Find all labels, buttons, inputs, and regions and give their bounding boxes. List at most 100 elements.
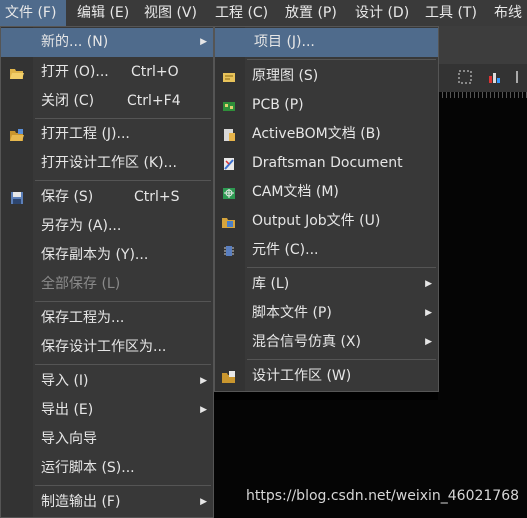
- toolbar: [438, 64, 527, 93]
- submenu-arrow-icon: ▶: [200, 376, 207, 386]
- menu-item-save-project-as[interactable]: 保存工程为...: [1, 304, 213, 333]
- menu-item-open-workspace[interactable]: 打开设计工作区 (K)...: [1, 149, 213, 178]
- design-canvas[interactable]: [438, 92, 527, 518]
- menu-item-label: 保存 (S): [41, 189, 94, 205]
- submenu-arrow-icon: ▶: [200, 497, 207, 507]
- menu-separator: [247, 59, 436, 60]
- workspace-icon: [222, 371, 235, 383]
- menu-design[interactable]: 设计 (D): [350, 0, 414, 26]
- menu-item-label: 新的... (N): [41, 34, 109, 50]
- new-submenu: 项目 (J)... 原理图 (S) PCB (P) ActiveBOM文档 (B…: [214, 26, 439, 392]
- submenu-item-output-job[interactable]: Output Job文件 (U): [215, 207, 438, 236]
- menu-item-import[interactable]: 导入 (I) ▶: [1, 367, 213, 396]
- submenu-arrow-icon: ▶: [200, 37, 207, 47]
- submenu-item-pcb[interactable]: PCB (P): [215, 91, 438, 120]
- menu-item-export[interactable]: 导出 (E) ▶: [1, 396, 213, 425]
- menu-route[interactable]: 布线: [489, 0, 527, 26]
- submenu-item-mixed-signal-sim[interactable]: 混合信号仿真 (X) ▶: [215, 328, 438, 357]
- bar-chart-icon[interactable]: [488, 70, 502, 84]
- menu-item-label: 保存副本为 (Y)...: [41, 247, 149, 263]
- menu-item-label: 保存工程为...: [41, 310, 125, 326]
- menu-item-label: 导入 (I): [41, 373, 89, 389]
- menu-item-label: 混合信号仿真 (X): [252, 334, 361, 350]
- menu-view[interactable]: 视图 (V): [139, 0, 202, 26]
- menu-item-label: 打开设计工作区 (K)...: [41, 155, 177, 171]
- menu-item-label: 制造输出 (F): [41, 494, 121, 510]
- shortcut-text: Ctrl+F4: [127, 93, 181, 109]
- menu-item-save-workspace-as[interactable]: 保存设计工作区为...: [1, 333, 213, 362]
- menu-item-save-copy-as[interactable]: 保存副本为 (Y)...: [1, 241, 213, 270]
- menu-item-label: Draftsman Document: [252, 155, 403, 171]
- toolbar-more-icon[interactable]: [514, 70, 527, 84]
- submenu-item-library[interactable]: 库 (L) ▶: [215, 270, 438, 299]
- shortcut-text: Ctrl+S: [134, 189, 180, 205]
- open-folder-icon: [10, 69, 24, 79]
- menu-item-label: 元件 (C)...: [252, 242, 319, 258]
- menu-item-label: 另存为 (A)...: [41, 218, 122, 234]
- menu-separator: [247, 359, 436, 360]
- menu-item-close[interactable]: 关闭 (C) Ctrl+F4: [1, 87, 213, 116]
- select-box-icon[interactable]: [458, 70, 472, 84]
- menu-item-fabrication-outputs[interactable]: 制造输出 (F) ▶: [1, 488, 213, 517]
- output-job-icon: [222, 218, 235, 228]
- menu-item-label: ActiveBOM文档 (B): [252, 126, 381, 142]
- submenu-item-script-file[interactable]: 脚本文件 (P) ▶: [215, 299, 438, 328]
- menu-item-open[interactable]: 打开 (O)... Ctrl+O: [1, 58, 213, 87]
- submenu-item-design-workspace[interactable]: 设计工作区 (W): [215, 362, 438, 391]
- menu-item-import-wizard[interactable]: 导入向导: [1, 425, 213, 454]
- submenu-item-activebom[interactable]: ActiveBOM文档 (B): [215, 120, 438, 149]
- menu-separator: [247, 267, 436, 268]
- menu-item-label: 项目 (J)...: [254, 34, 315, 50]
- document-tab-strip: [438, 26, 527, 64]
- menu-item-label: 运行脚本 (S)...: [41, 460, 135, 476]
- menu-item-label: PCB (P): [252, 97, 304, 113]
- activebom-icon: [224, 129, 235, 141]
- menu-separator: [35, 118, 211, 119]
- save-disk-icon: [11, 192, 23, 204]
- menu-item-open-project[interactable]: 打开工程 (J)...: [1, 120, 213, 149]
- menu-item-save[interactable]: 保存 (S) Ctrl+S: [1, 183, 213, 212]
- menu-place[interactable]: 放置 (P): [280, 0, 342, 26]
- submenu-item-schematic[interactable]: 原理图 (S): [215, 62, 438, 91]
- menu-item-label: 全部保存 (L): [41, 276, 121, 292]
- submenu-item-draftsman[interactable]: Draftsman Document: [215, 149, 438, 178]
- menu-item-save-as[interactable]: 另存为 (A)...: [1, 212, 213, 241]
- menu-item-new[interactable]: 新的... (N) ▶: [1, 28, 213, 57]
- submenu-item-component[interactable]: 元件 (C)...: [215, 236, 438, 265]
- menu-separator: [35, 485, 211, 486]
- menu-item-label: 打开 (O)...: [41, 64, 109, 80]
- menu-item-run-script[interactable]: 运行脚本 (S)...: [1, 454, 213, 483]
- menu-item-label: 保存设计工作区为...: [41, 339, 167, 355]
- shortcut-text: Ctrl+O: [131, 64, 179, 80]
- component-icon: [224, 246, 234, 256]
- menu-bar: 文件 (F) 编辑 (E) 视图 (V) 工程 (C) 放置 (P) 设计 (D…: [0, 0, 527, 27]
- submenu-item-project[interactable]: 项目 (J)...: [215, 28, 438, 57]
- menu-item-label: 打开工程 (J)...: [41, 126, 130, 142]
- menu-item-label: 导入向导: [41, 431, 97, 447]
- menu-item-label: 设计工作区 (W): [252, 368, 352, 384]
- menu-item-label: 原理图 (S): [252, 68, 319, 84]
- submenu-arrow-icon: ▶: [425, 279, 432, 289]
- menu-item-label: 导出 (E): [41, 402, 94, 418]
- menu-project[interactable]: 工程 (C): [210, 0, 273, 26]
- menu-item-label: 库 (L): [252, 276, 290, 292]
- open-project-icon: [10, 129, 24, 141]
- cam-icon: [223, 188, 235, 199]
- submenu-arrow-icon: ▶: [425, 337, 432, 347]
- submenu-item-cam[interactable]: CAM文档 (M): [215, 178, 438, 207]
- schematic-icon: [223, 73, 235, 82]
- file-menu: 新的... (N) ▶ 打开 (O)... Ctrl+O 关闭 (C) Ctrl…: [0, 26, 214, 518]
- watermark-text: https://blog.csdn.net/weixin_46021768: [246, 488, 520, 504]
- menu-tools[interactable]: 工具 (T): [420, 0, 482, 26]
- draftsman-icon: [224, 158, 234, 170]
- menu-file[interactable]: 文件 (F): [0, 0, 66, 26]
- menu-separator: [35, 180, 211, 181]
- pcb-icon: [223, 102, 235, 111]
- submenu-arrow-icon: ▶: [200, 405, 207, 415]
- menu-item-label: 关闭 (C): [41, 93, 95, 109]
- submenu-arrow-icon: ▶: [425, 308, 432, 318]
- menu-separator: [35, 364, 211, 365]
- menu-item-save-all: 全部保存 (L): [1, 270, 213, 299]
- menu-edit[interactable]: 编辑 (E): [72, 0, 134, 26]
- canvas-grid: [438, 92, 527, 98]
